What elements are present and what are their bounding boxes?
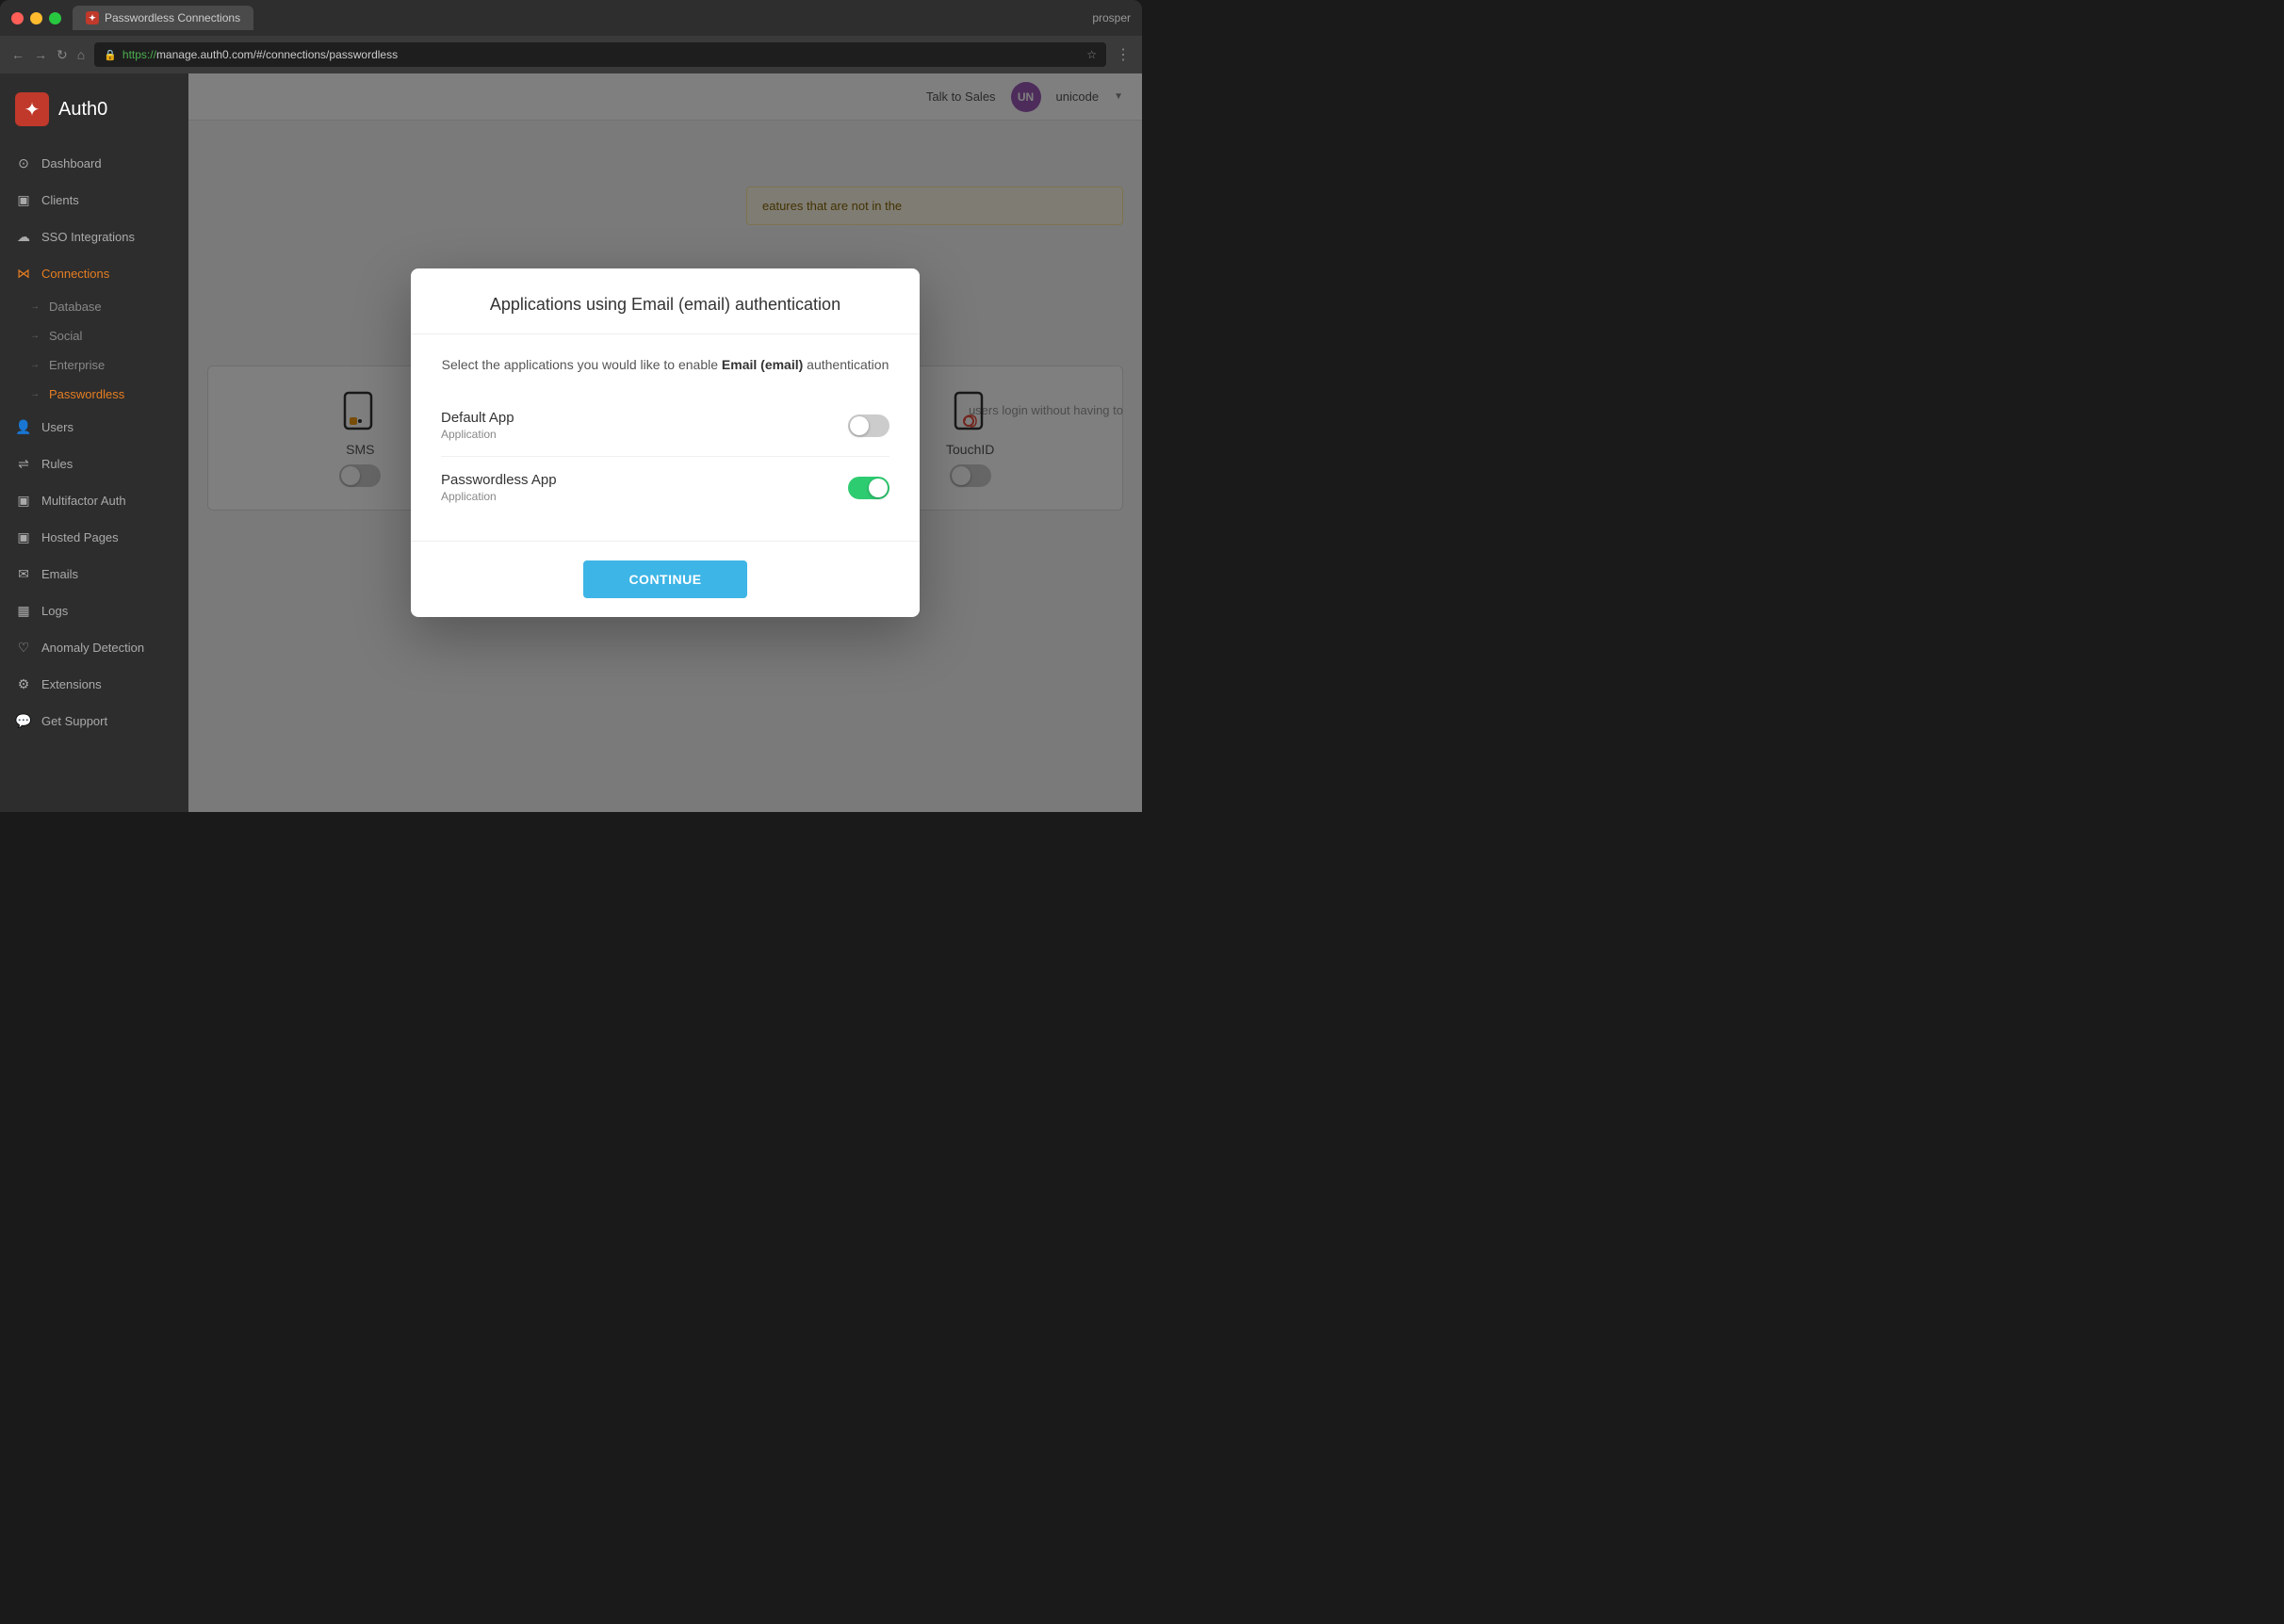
logs-icon: ▦ [15, 603, 32, 619]
app-info-passwordless: Passwordless App Application [441, 472, 557, 503]
back-button[interactable]: ← [11, 47, 24, 62]
app-name-passwordless: Passwordless App [441, 472, 557, 488]
sidebar-item-label: Get Support [41, 714, 107, 728]
app-type-passwordless: Application [441, 490, 557, 503]
sidebar-item-rules[interactable]: ⇌ Rules [0, 446, 188, 482]
sidebar-logo: ✦ Auth0 [0, 73, 188, 145]
sidebar-item-enterprise[interactable]: → Enterprise [30, 350, 188, 380]
home-button[interactable]: ⌂ [77, 47, 85, 62]
browser-titlebar: ✦ Passwordless Connections prosper [0, 0, 1142, 36]
arrow-icon: → [30, 360, 40, 370]
sidebar-item-label: Emails [41, 567, 78, 581]
browser-menu-icon[interactable]: ⋮ [1116, 45, 1131, 64]
default-app-toggle[interactable] [848, 414, 889, 437]
hosted-pages-icon: ▣ [15, 529, 32, 545]
sidebar-item-sso[interactable]: ☁ SSO Integrations [0, 219, 188, 255]
browser-tab[interactable]: ✦ Passwordless Connections [73, 6, 253, 30]
sidebar-item-emails[interactable]: ✉ Emails [0, 556, 188, 593]
sidebar-item-multifactor[interactable]: ▣ Multifactor Auth [0, 482, 188, 519]
connections-subnav: → Database → Social → Enterprise → Passw… [0, 292, 188, 409]
clients-icon: ▣ [15, 192, 32, 208]
sidebar-item-users[interactable]: 👤 Users [0, 409, 188, 446]
modal-dialog: Applications using Email (email) authent… [411, 268, 920, 617]
logo-star: ✦ [24, 98, 41, 122]
sidebar-item-extensions[interactable]: ⚙ Extensions [0, 666, 188, 703]
sidebar-item-label: Enterprise [49, 358, 105, 372]
sidebar-item-label: Extensions [41, 677, 102, 691]
app-row-default: Default App Application [441, 395, 889, 457]
arrow-icon: → [30, 389, 40, 399]
support-icon: 💬 [15, 713, 32, 729]
browser-user: prosper [1092, 11, 1131, 24]
app-row-passwordless: Passwordless App Application [441, 457, 889, 518]
modal-header: Applications using Email (email) authent… [411, 268, 920, 334]
sidebar-item-connections[interactable]: ⋈ Connections [0, 255, 188, 292]
sidebar-item-label: Database [49, 300, 102, 314]
bookmark-icon[interactable]: ☆ [1086, 48, 1097, 61]
modal-title: Applications using Email (email) authent… [441, 295, 889, 315]
multifactor-icon: ▣ [15, 493, 32, 509]
sidebar-item-support[interactable]: 💬 Get Support [0, 703, 188, 739]
app-info-default: Default App Application [441, 410, 514, 441]
sidebar-item-label: Users [41, 420, 73, 434]
sidebar-item-database[interactable]: → Database [30, 292, 188, 321]
sidebar-item-label: Connections [41, 267, 109, 281]
app-name-default: Default App [441, 410, 514, 426]
sidebar-item-clients[interactable]: ▣ Clients [0, 182, 188, 219]
sidebar-item-label: SSO Integrations [41, 230, 135, 244]
sidebar-item-label: Passwordless [49, 387, 124, 401]
sso-icon: ☁ [15, 229, 32, 245]
traffic-lights [11, 12, 61, 24]
modal-footer: CONTINUE [411, 541, 920, 617]
arrow-icon: → [30, 331, 40, 341]
sidebar-item-label: Logs [41, 604, 68, 618]
rules-icon: ⇌ [15, 456, 32, 472]
modal-body: Select the applications you would like t… [411, 334, 920, 541]
sidebar-item-dashboard[interactable]: ⊙ Dashboard [0, 145, 188, 182]
continue-button[interactable]: CONTINUE [583, 560, 746, 598]
emails-icon: ✉ [15, 566, 32, 582]
connections-icon: ⋈ [15, 266, 32, 282]
modal-overlay: Applications using Email (email) authent… [188, 73, 1142, 812]
sidebar-item-label: Anomaly Detection [41, 641, 144, 655]
tab-favicon: ✦ [86, 11, 99, 24]
modal-subtitle: Select the applications you would like t… [441, 357, 889, 372]
logo-text: Auth0 [58, 99, 107, 121]
sidebar-item-label: Dashboard [41, 156, 102, 171]
main-content: Talk to Sales UN unicode ▼ eatures that … [188, 73, 1142, 812]
app-container: ✦ Auth0 ⊙ Dashboard ▣ Clients ☁ SSO Inte… [0, 73, 1142, 812]
browser-addressbar: ← → ↻ ⌂ 🔒 https://manage.auth0.com/#/con… [0, 36, 1142, 73]
app-type-default: Application [441, 428, 514, 441]
tab-title: Passwordless Connections [105, 11, 240, 24]
dashboard-icon: ⊙ [15, 155, 32, 171]
sidebar-item-social[interactable]: → Social [30, 321, 188, 350]
lock-icon: 🔒 [104, 49, 117, 61]
url-text: https://manage.auth0.com/#/connections/p… [122, 48, 398, 61]
sidebar-item-passwordless[interactable]: → Passwordless [30, 380, 188, 409]
address-bar[interactable]: 🔒 https://manage.auth0.com/#/connections… [94, 42, 1106, 67]
arrow-icon: → [30, 301, 40, 312]
anomaly-icon: ♡ [15, 640, 32, 656]
users-icon: 👤 [15, 419, 32, 435]
maximize-button[interactable] [49, 12, 61, 24]
close-button[interactable] [11, 12, 24, 24]
passwordless-app-toggle[interactable] [848, 477, 889, 499]
sidebar-item-label: Clients [41, 193, 79, 207]
sidebar-item-anomaly[interactable]: ♡ Anomaly Detection [0, 629, 188, 666]
sidebar-item-label: Hosted Pages [41, 530, 119, 544]
sidebar: ✦ Auth0 ⊙ Dashboard ▣ Clients ☁ SSO Inte… [0, 73, 188, 812]
sidebar-item-logs[interactable]: ▦ Logs [0, 593, 188, 629]
reload-button[interactable]: ↻ [57, 47, 68, 63]
logo-icon: ✦ [15, 92, 49, 126]
sidebar-item-label: Social [49, 329, 82, 343]
minimize-button[interactable] [30, 12, 42, 24]
sidebar-item-label: Rules [41, 457, 73, 471]
forward-button[interactable]: → [34, 47, 47, 62]
sidebar-item-hosted-pages[interactable]: ▣ Hosted Pages [0, 519, 188, 556]
extensions-icon: ⚙ [15, 676, 32, 692]
sidebar-item-label: Multifactor Auth [41, 494, 126, 508]
